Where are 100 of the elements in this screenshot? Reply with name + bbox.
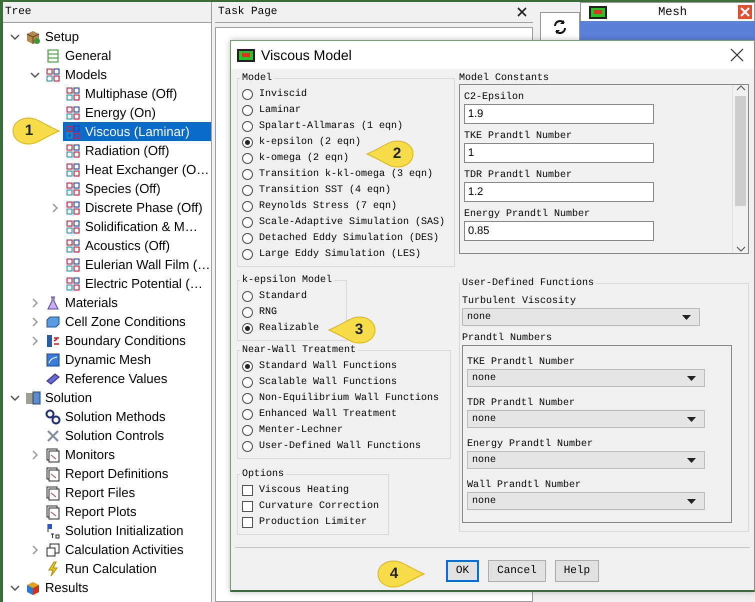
radio-button[interactable] [242,306,253,318]
radio-button[interactable] [242,290,253,302]
tree-item[interactable]: Results [23,578,211,597]
document-icon [45,504,61,520]
tree-item[interactable]: Electric Potential (… [63,274,211,293]
radio-button[interactable] [242,392,253,404]
checkbox[interactable] [242,516,253,528]
chevron-down-icon[interactable] [10,584,20,592]
radio-button[interactable] [242,120,253,132]
tree-item[interactable]: Reference Values [43,369,211,388]
input-field[interactable]: 1.2 [464,182,654,202]
tree-item[interactable]: Monitors [43,445,211,464]
chevron-down-icon[interactable] [30,70,40,78]
tree-item[interactable]: Heat Exchanger (O… [63,160,211,179]
scrollbar-thumb[interactable] [735,96,746,206]
radio-button[interactable] [242,200,253,212]
field-label: TDR Prandtl Number [467,396,576,410]
input-field[interactable]: 1 [464,143,654,163]
radio-button[interactable] [242,248,253,260]
radio-button[interactable] [242,184,253,196]
radio-label: Realizable [259,322,320,334]
dropdown[interactable]: none [467,369,705,387]
radio-button[interactable] [242,152,253,164]
tree-item[interactable]: Models [43,65,211,84]
tree-item[interactable]: Solution Methods [43,407,211,426]
tree-item[interactable]: Report Definitions [43,464,211,483]
tree-item[interactable]: Run Calculation [43,559,211,578]
chevron-down-icon[interactable] [10,32,20,40]
group-title: k-epsilon Model [241,275,334,286]
tree-item[interactable]: Acoustics (Off) [63,236,211,255]
radio-button[interactable] [242,88,253,100]
chevron-right-icon[interactable] [31,298,39,308]
radio-button[interactable] [242,232,253,244]
tree-item[interactable]: Multiphase (Off) [63,84,211,103]
radio-label: Transition SST (4 eqn) [259,184,392,196]
radio-label: Inviscid [259,88,308,100]
radio-button[interactable] [242,136,253,148]
close-icon[interactable] [730,48,744,62]
tree-item[interactable]: Dynamic Mesh [43,350,211,369]
graphics-tab[interactable]: Mesh [580,2,755,21]
chevron-right-icon[interactable] [31,544,39,554]
dialog-button[interactable]: OK [446,560,480,582]
chevron-right-icon[interactable] [31,450,39,460]
radio-button[interactable] [242,216,253,228]
radio-label: Large Eddy Simulation (LES) [259,248,422,260]
dropdown[interactable]: none [467,451,705,469]
tree-item[interactable]: Species (Off) [63,179,211,198]
refresh-button[interactable] [540,12,580,42]
radio-button[interactable] [242,360,253,372]
tree-item[interactable]: Boundary Conditions [43,331,211,350]
scroll-up-icon[interactable] [736,85,746,92]
tree-item[interactable]: Report Files [43,483,211,502]
dropdown[interactable]: none [462,308,700,326]
input-field[interactable]: 1.9 [464,104,654,124]
flask-icon [45,294,61,310]
chevron-right-icon[interactable] [51,202,59,212]
tree-item[interactable]: Energy (On) [63,103,211,122]
radio-button[interactable] [242,104,253,116]
checkbox-label: Production Limiter [259,516,368,528]
radio-button[interactable] [242,168,253,180]
checkbox-label: Curvature Correction [259,500,380,512]
dropdown[interactable]: none [467,410,705,428]
tree-item[interactable]: Eulerian Wall Film (… [63,255,211,274]
input-field[interactable]: 0.85 [464,221,654,241]
tree-item[interactable]: Solution Initialization [43,521,211,540]
tree-item[interactable]: Report Plots [43,502,211,521]
radio-button[interactable] [242,440,253,452]
dialog-button[interactable]: Cancel [488,560,546,582]
radio-button[interactable] [242,376,253,388]
chevron-right-icon[interactable] [31,336,39,346]
grid-icon [65,276,81,292]
dropdown[interactable]: none [467,492,705,510]
tree-item[interactable]: Radiation (Off) [63,141,211,160]
checkbox[interactable] [242,484,253,496]
radio-button[interactable] [242,408,253,420]
dialog-button[interactable]: Help [554,560,600,582]
scroll-down-icon[interactable] [736,246,746,253]
app-icon [589,6,607,18]
document-icon [45,542,61,558]
tree-item[interactable]: Materials [43,293,211,312]
radio-label: Transition k-kl-omega (3 eqn) [259,168,434,180]
tree-item[interactable]: Viscous (Laminar) [63,122,211,141]
chevron-right-icon[interactable] [31,316,39,326]
tree-item[interactable]: General [43,46,211,65]
tree-item[interactable]: Discrete Phase (Off) [63,198,211,217]
grid-icon [65,256,81,272]
refresh-icon [552,19,568,35]
tree-item[interactable]: Cell Zone Conditions [43,312,211,331]
close-icon[interactable] [517,7,527,17]
tree-item[interactable]: Solution Controls [43,426,211,445]
tree-item[interactable]: Solution [23,388,211,407]
tree-item[interactable]: Solidification & M… [63,217,211,236]
radio-button[interactable] [242,424,253,436]
checkbox[interactable] [242,500,253,512]
tree-item[interactable]: Calculation Activities [43,540,211,559]
radio-label: Reynolds Stress (7 eqn) [259,200,398,212]
chevron-down-icon[interactable] [10,394,20,402]
tree-item[interactable]: Setup [23,27,211,46]
field-label: TKE Prandtl Number [464,130,574,143]
radio-button[interactable] [242,322,253,334]
